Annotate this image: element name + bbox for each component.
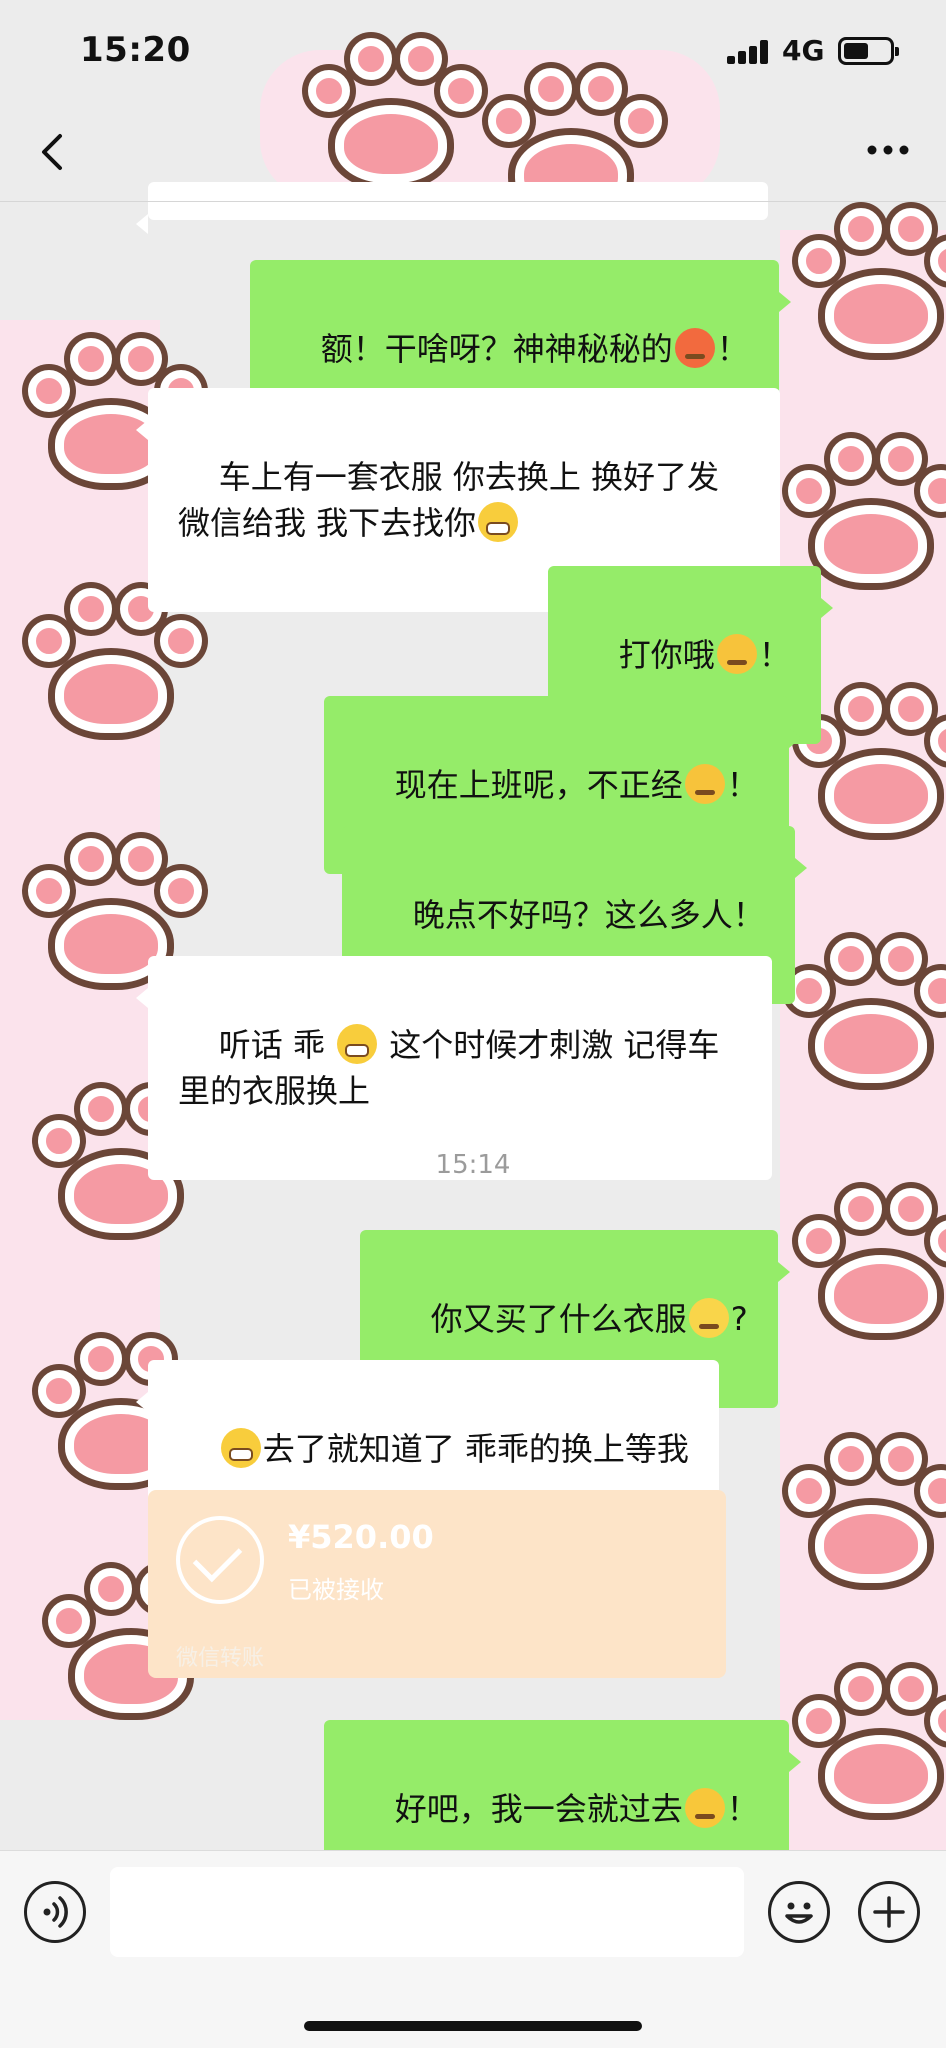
transfer-status: 已被接收	[288, 1576, 384, 1604]
message-text: ！	[758, 636, 791, 674]
message-text: 晚点不好吗？这么多人！	[412, 896, 765, 934]
transfer-amount: ¥520.00	[288, 1518, 434, 1556]
message-text: ！	[726, 766, 759, 804]
more-dots-icon	[867, 145, 909, 155]
home-indicator	[304, 2021, 642, 2031]
emoji-button[interactable]	[768, 1881, 830, 1943]
message-bubble-in[interactable]: 听话 乖 这个时候才刺激 记得车里的衣服换上	[136, 956, 772, 1180]
status-bar: 15:20 4G	[0, 0, 946, 100]
chat-timestamp: 15:14	[435, 1150, 511, 1180]
signal-icon	[727, 40, 769, 64]
voice-icon	[43, 1896, 68, 1928]
message-text: 打你哦	[618, 636, 715, 674]
message-input[interactable]	[110, 1867, 744, 1957]
message-text: 你又买了什么衣服	[430, 1300, 687, 1338]
battery-icon	[838, 37, 899, 65]
message-text: ?	[730, 1300, 748, 1338]
wechat-transfer-card[interactable]: ¥520.00 已被接收 微信转账	[148, 1490, 726, 1678]
hit-face-icon	[716, 634, 757, 674]
message-text: 车上有一套衣服 你去换上 换好了发微信给我 我下去找你	[178, 458, 720, 542]
add-button[interactable]	[858, 1881, 920, 1943]
check-circle-icon	[176, 1516, 264, 1604]
battery-level	[844, 43, 869, 59]
chat-nav-bar	[0, 100, 946, 202]
message-text: 额！干啥呀？神神秘秘的	[320, 330, 673, 368]
message-text: 听话 乖	[218, 1026, 336, 1064]
message-text: ！	[716, 330, 749, 368]
message-text: 现在上班呢，不正经	[394, 766, 683, 804]
angry-face-icon	[674, 328, 715, 368]
chat-message-list[interactable]: 额！干啥呀？神神秘秘的 ！ 车上有一套衣服 你去换上 换好了发微信给我 我下去找你…	[0, 182, 946, 1898]
sweat-face-icon	[688, 1298, 729, 1338]
grin-face-icon	[220, 1428, 261, 1468]
network-type: 4G	[782, 34, 825, 67]
plus-icon	[873, 1896, 905, 1928]
pleading-face-icon	[684, 1788, 725, 1828]
hit-face-icon	[684, 764, 725, 804]
grin-face-icon	[337, 1024, 378, 1064]
chat-input-bar	[0, 1850, 946, 2048]
more-button[interactable]	[858, 120, 918, 180]
chevron-left-icon	[42, 134, 62, 170]
message-text: 去了就知道了 乖乖的换上等我	[262, 1430, 689, 1468]
message-text: 好吧，我一会就过去	[394, 1790, 683, 1828]
status-time: 15:20	[80, 30, 191, 70]
transfer-label: 微信转账	[176, 1646, 265, 1671]
grin-face-icon	[478, 502, 519, 542]
smiley-icon	[785, 1902, 813, 1924]
voice-button[interactable]	[24, 1881, 86, 1943]
message-text: ！	[726, 1790, 759, 1828]
back-button[interactable]	[26, 124, 82, 180]
